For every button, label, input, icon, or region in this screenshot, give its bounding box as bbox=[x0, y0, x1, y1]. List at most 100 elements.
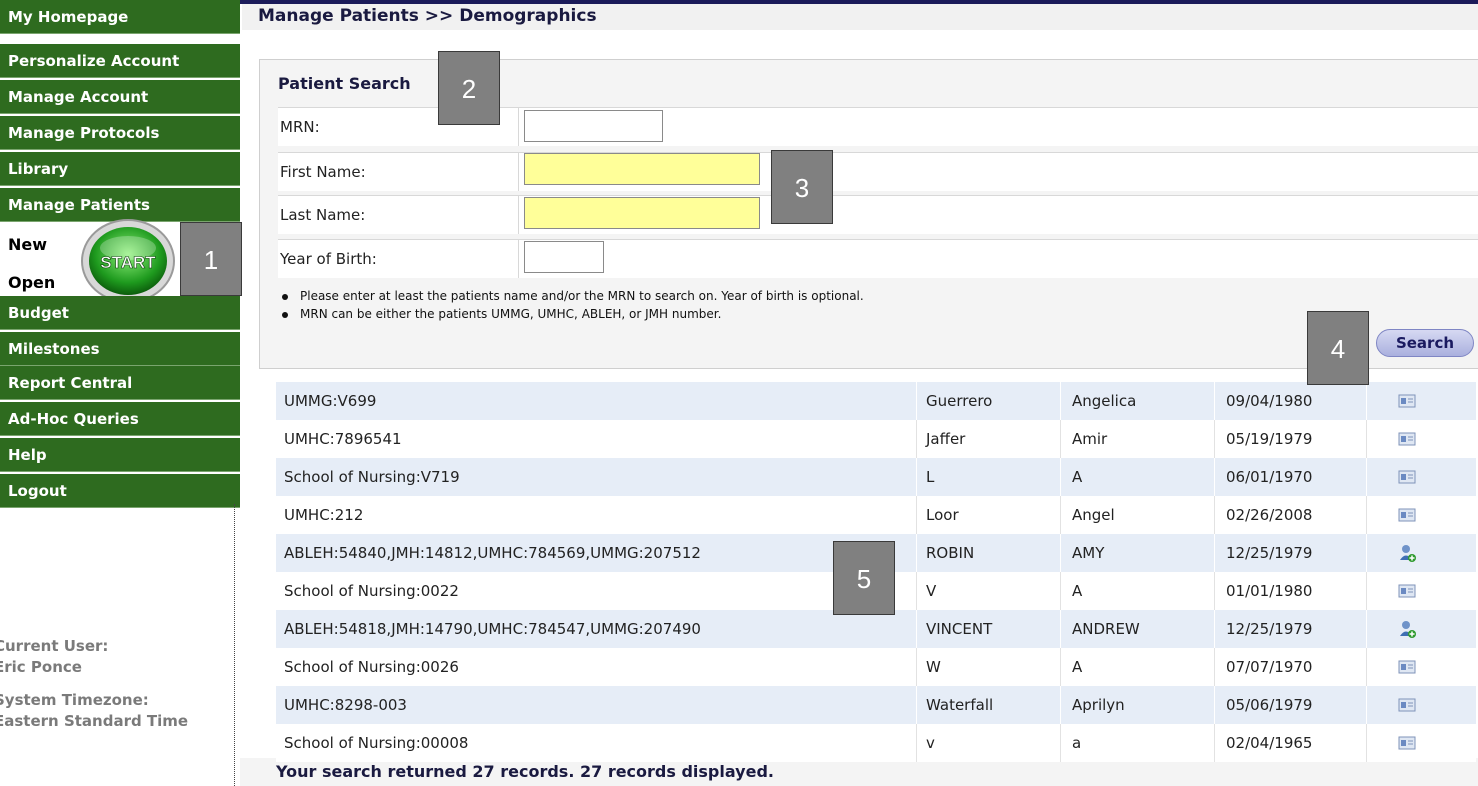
mrn-cell: UMHC:8298-003 bbox=[284, 696, 407, 714]
last-name-cell: Guerrero bbox=[926, 392, 993, 410]
nav-my-homepage[interactable]: My Homepage bbox=[0, 0, 240, 34]
year-of-birth-input[interactable] bbox=[524, 241, 604, 273]
dob-cell: 05/06/1979 bbox=[1226, 696, 1313, 714]
nav-milestones[interactable]: Milestones bbox=[0, 332, 240, 366]
dob-cell: 02/04/1965 bbox=[1226, 734, 1313, 752]
dob-cell: 01/01/1980 bbox=[1226, 582, 1313, 600]
nav-budget[interactable]: Budget bbox=[0, 296, 240, 330]
mrn-label: MRN: bbox=[280, 118, 320, 136]
mrn-cell: School of Nursing:0022 bbox=[284, 582, 459, 600]
table-row[interactable]: School of Nursing:00008 v a 02/04/1965 bbox=[276, 724, 1476, 762]
dob-cell: 07/07/1970 bbox=[1226, 658, 1313, 676]
subnav-open[interactable]: Open bbox=[0, 268, 80, 298]
mrn-cell: School of Nursing:V719 bbox=[284, 468, 460, 486]
last-name-cell: v bbox=[926, 734, 935, 752]
current-user-name: Eric Ponce bbox=[0, 658, 82, 676]
nav-ad-hoc-queries[interactable]: Ad-Hoc Queries bbox=[0, 402, 240, 436]
dob-cell: 06/01/1970 bbox=[1226, 468, 1313, 486]
callout-2: 2 bbox=[438, 51, 500, 125]
mrn-cell: UMHC:7896541 bbox=[284, 430, 402, 448]
dob-cell: 09/04/1980 bbox=[1226, 392, 1313, 410]
last-name-cell: ROBIN bbox=[926, 544, 975, 562]
id-card-icon[interactable] bbox=[1398, 390, 1416, 412]
first-name-cell: Angel bbox=[1072, 506, 1115, 524]
last-name-cell: L bbox=[926, 468, 935, 486]
first-name-cell: A bbox=[1072, 658, 1083, 676]
nav-manage-protocols[interactable]: Manage Protocols bbox=[0, 116, 240, 150]
id-card-icon[interactable] bbox=[1398, 732, 1416, 754]
start-button-label: START bbox=[100, 253, 156, 272]
dob-cell: 12/25/1979 bbox=[1226, 544, 1313, 562]
last-name-cell: Loor bbox=[926, 506, 959, 524]
search-button[interactable]: Search bbox=[1376, 329, 1474, 357]
table-row[interactable]: School of Nursing:0026 W A 07/07/1970 bbox=[276, 648, 1476, 686]
last-name-row: Last Name: bbox=[278, 195, 1478, 234]
nav-manage-account[interactable]: Manage Account bbox=[0, 80, 240, 114]
dob-cell: 12/25/1979 bbox=[1226, 620, 1313, 638]
dob-cell: 02/26/2008 bbox=[1226, 506, 1313, 524]
callout-3: 3 bbox=[771, 150, 833, 224]
callout-4: 4 bbox=[1307, 311, 1369, 385]
results-summary: Your search returned 27 records. 27 reco… bbox=[276, 762, 774, 781]
sidebar: My Homepage Personalize Account Manage A… bbox=[0, 0, 240, 786]
table-row[interactable]: UMHC:212 Loor Angel 02/26/2008 bbox=[276, 496, 1476, 534]
callout-5: 5 bbox=[833, 541, 895, 615]
first-name-input[interactable] bbox=[524, 153, 760, 185]
id-card-icon[interactable] bbox=[1398, 504, 1416, 526]
dob-cell: 05/19/1979 bbox=[1226, 430, 1313, 448]
table-row[interactable]: ABLEH:54818,JMH:14790,UMHC:784547,UMMG:2… bbox=[276, 610, 1476, 648]
year-of-birth-row: Year of Birth: bbox=[278, 239, 1478, 278]
timezone-label: System Timezone: bbox=[0, 691, 149, 709]
first-name-cell: A bbox=[1072, 468, 1083, 486]
start-button[interactable]: START bbox=[80, 218, 176, 304]
breadcrumb: Manage Patients >> Demographics bbox=[258, 6, 597, 26]
mrn-input[interactable] bbox=[524, 110, 663, 142]
id-card-icon[interactable] bbox=[1398, 428, 1416, 450]
mrn-cell: UMHC:212 bbox=[284, 506, 364, 524]
last-name-cell: Waterfall bbox=[926, 696, 994, 714]
nav-logout[interactable]: Logout bbox=[0, 474, 240, 508]
top-border bbox=[240, 0, 1478, 4]
nav-help[interactable]: Help bbox=[0, 438, 240, 472]
first-name-cell: a bbox=[1072, 734, 1082, 752]
last-name-cell: V bbox=[926, 582, 937, 600]
mrn-cell: ABLEH:54840,JMH:14812,UMHC:784569,UMMG:2… bbox=[284, 544, 701, 562]
first-name-cell: ANDREW bbox=[1072, 620, 1140, 638]
table-row[interactable]: UMMG:V699 Guerrero Angelica 09/04/1980 bbox=[276, 382, 1476, 420]
last-name-cell: W bbox=[926, 658, 941, 676]
search-note: Please enter at least the patients name … bbox=[282, 289, 864, 303]
last-name-label: Last Name: bbox=[280, 206, 366, 224]
table-row[interactable]: UMHC:7896541 Jaffer Amir 05/19/1979 bbox=[276, 420, 1476, 458]
first-name-label: First Name: bbox=[280, 163, 366, 181]
add-user-icon[interactable] bbox=[1398, 542, 1416, 564]
id-card-icon[interactable] bbox=[1398, 580, 1416, 602]
add-user-icon[interactable] bbox=[1398, 618, 1416, 640]
subnav-new[interactable]: New bbox=[0, 230, 80, 260]
id-card-icon[interactable] bbox=[1398, 656, 1416, 678]
patient-search-title: Patient Search bbox=[278, 74, 411, 93]
id-card-icon[interactable] bbox=[1398, 466, 1416, 488]
mrn-cell: School of Nursing:00008 bbox=[284, 734, 469, 752]
first-name-cell: Angelica bbox=[1072, 392, 1137, 410]
search-note: MRN can be either the patients UMMG, UMH… bbox=[282, 307, 721, 321]
sidebar-divider bbox=[234, 504, 235, 786]
last-name-cell: VINCENT bbox=[926, 620, 993, 638]
first-name-cell: AMY bbox=[1072, 544, 1105, 562]
table-row[interactable]: UMHC:8298-003 Waterfall Aprilyn 05/06/19… bbox=[276, 686, 1476, 724]
first-name-cell: Amir bbox=[1072, 430, 1108, 448]
table-row[interactable]: School of Nursing:V719 L A 06/01/1970 bbox=[276, 458, 1476, 496]
timezone-value: Eastern Standard Time bbox=[0, 712, 189, 730]
last-name-cell: Jaffer bbox=[926, 430, 966, 448]
mrn-cell: School of Nursing:0026 bbox=[284, 658, 459, 676]
nav-manage-patients[interactable]: Manage Patients bbox=[0, 188, 240, 222]
nav-library[interactable]: Library bbox=[0, 152, 240, 186]
nav-report-central[interactable]: Report Central bbox=[0, 366, 240, 400]
first-name-row: First Name: bbox=[278, 152, 1478, 191]
mrn-cell: UMMG:V699 bbox=[284, 392, 377, 410]
last-name-input[interactable] bbox=[524, 197, 760, 229]
first-name-cell: A bbox=[1072, 582, 1083, 600]
callout-1: 1 bbox=[180, 222, 242, 296]
mrn-cell: ABLEH:54818,JMH:14790,UMHC:784547,UMMG:2… bbox=[284, 620, 701, 638]
id-card-icon[interactable] bbox=[1398, 694, 1416, 716]
nav-personalize-account[interactable]: Personalize Account bbox=[0, 44, 240, 78]
